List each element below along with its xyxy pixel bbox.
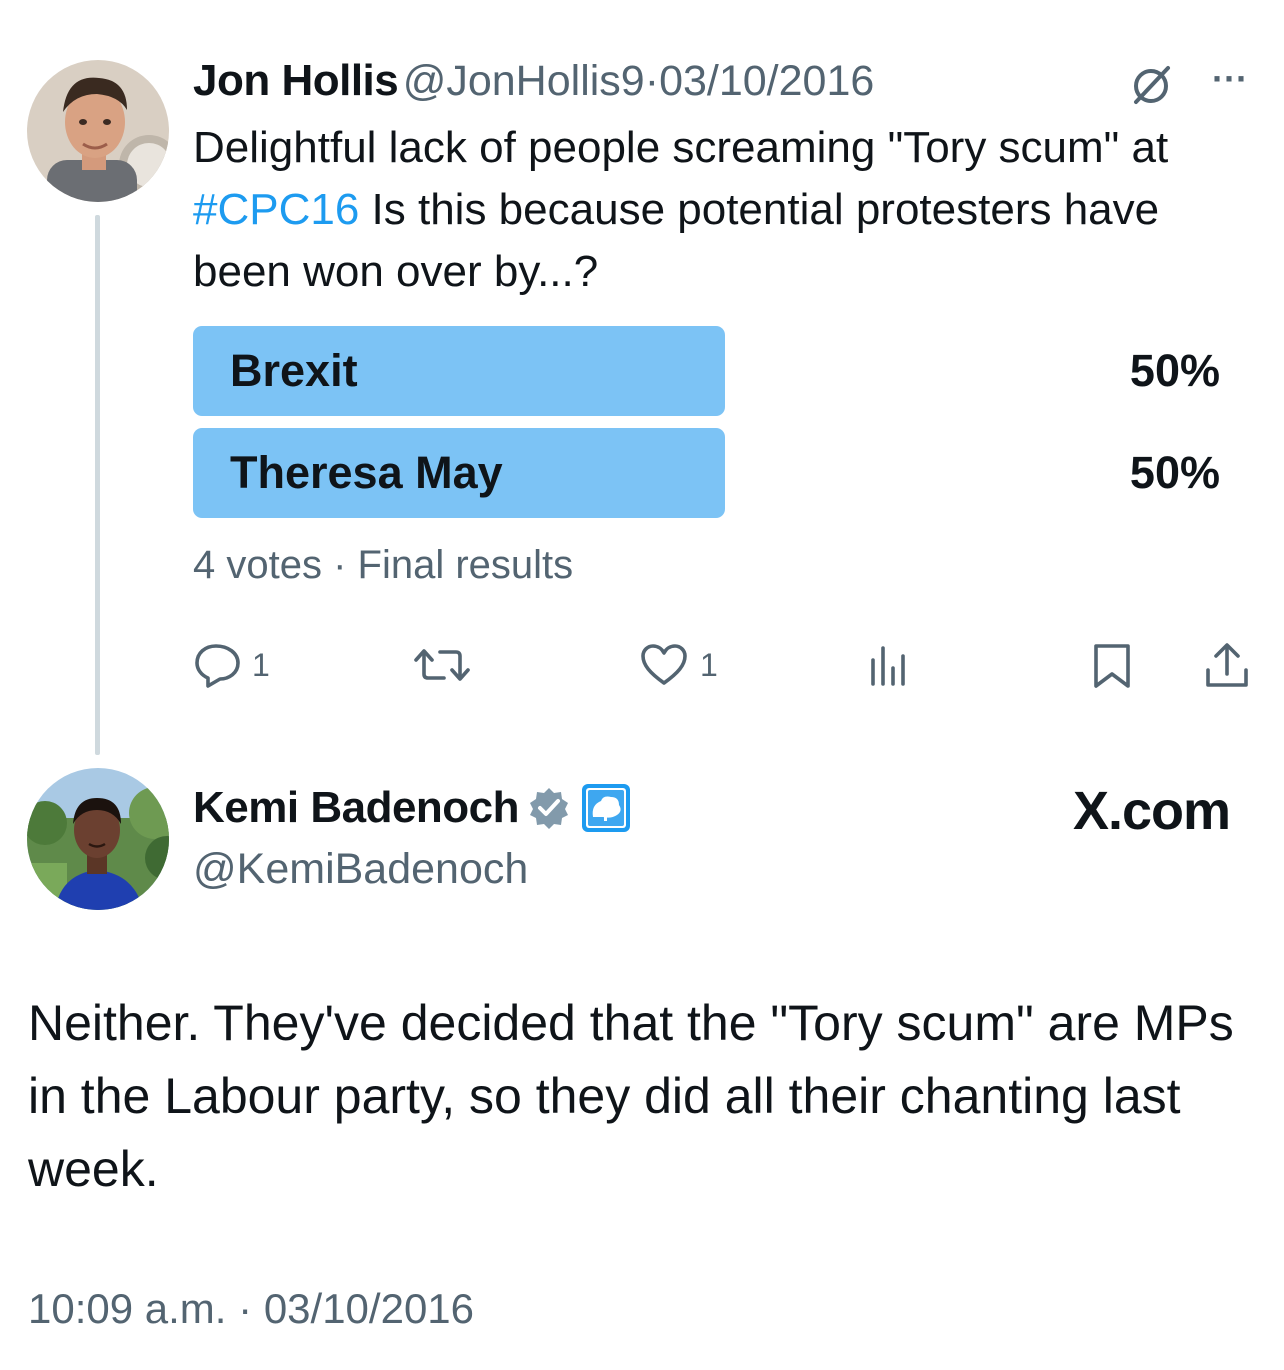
poll-option-percent-theresa-may: 50% bbox=[1129, 447, 1220, 498]
conservative-party-affiliate-icon[interactable] bbox=[581, 783, 631, 833]
original-author-name[interactable]: Jon Hollis bbox=[193, 56, 399, 105]
reply-button[interactable]: 1 bbox=[194, 642, 270, 688]
retweet-icon bbox=[414, 649, 470, 681]
like-count: 1 bbox=[700, 646, 718, 683]
poll-meta: 4 votes · Final results bbox=[193, 543, 573, 588]
poll-option-label-theresa-may: Theresa May bbox=[230, 447, 503, 498]
poll-status: Final results bbox=[357, 543, 574, 587]
reply-author-name[interactable]: Kemi Badenoch bbox=[193, 783, 520, 833]
share-icon bbox=[1206, 643, 1248, 687]
poll-option-percent-brexit: 50% bbox=[1129, 345, 1220, 396]
x-com-watermark: X.com bbox=[1072, 781, 1231, 841]
original-tweet-text: Delightful lack of people screaming "Tor… bbox=[193, 117, 1233, 303]
kemi-badenoch-avatar-image bbox=[27, 768, 169, 910]
thread-connector-line bbox=[95, 215, 100, 755]
heart-icon bbox=[641, 644, 687, 685]
reply-date: 03/10/2016 bbox=[263, 1285, 475, 1332]
more-icon: ··· bbox=[1212, 58, 1248, 99]
reply-time: 10:09 a.m. bbox=[28, 1285, 227, 1332]
kemi-badenoch-avatar[interactable] bbox=[27, 768, 169, 910]
analytics-button[interactable] bbox=[868, 642, 910, 688]
verified-badge-icon bbox=[527, 786, 571, 830]
header-separator: · bbox=[644, 57, 660, 105]
reply-author-handle[interactable]: @KemiBadenoch bbox=[193, 845, 528, 894]
timestamp-separator: · bbox=[238, 1285, 253, 1332]
retweet-button[interactable] bbox=[414, 642, 470, 688]
reply-icon bbox=[195, 644, 240, 688]
tweet-text-part1: Delightful lack of people screaming "Tor… bbox=[193, 123, 1169, 172]
reply-tweet-text: Neither. They've decided that the "Tory … bbox=[28, 995, 1234, 1197]
bookmark-button[interactable] bbox=[1092, 642, 1132, 690]
poll-meta-separator: · bbox=[333, 543, 347, 587]
poll-option-label-brexit: Brexit bbox=[230, 345, 358, 396]
unavailable-icon bbox=[1128, 62, 1174, 108]
reply-count: 1 bbox=[252, 646, 270, 683]
more-options-button[interactable]: ··· bbox=[1206, 61, 1254, 100]
jon-hollis-avatar-image bbox=[27, 60, 169, 202]
bookmark-icon bbox=[1094, 644, 1130, 688]
reply-tweet-header: Kemi Badenoch bbox=[193, 783, 631, 833]
poll-votes: 4 votes bbox=[193, 543, 322, 587]
original-tweet-header: Jon Hollis @JonHollis9·03/10/2016 bbox=[193, 56, 874, 112]
original-author-handle[interactable]: @JonHollis9 bbox=[403, 57, 645, 105]
hashtag-link[interactable]: #CPC16 bbox=[193, 185, 359, 234]
analytics-icon bbox=[871, 646, 905, 686]
jon-hollis-avatar[interactable] bbox=[27, 60, 169, 202]
original-tweet-date[interactable]: 03/10/2016 bbox=[659, 57, 874, 105]
like-button[interactable]: 1 bbox=[640, 642, 718, 688]
share-button[interactable] bbox=[1204, 642, 1250, 690]
reply-tweet-timestamp[interactable]: 10:09 a.m. · 03/10/2016 bbox=[28, 1285, 474, 1333]
